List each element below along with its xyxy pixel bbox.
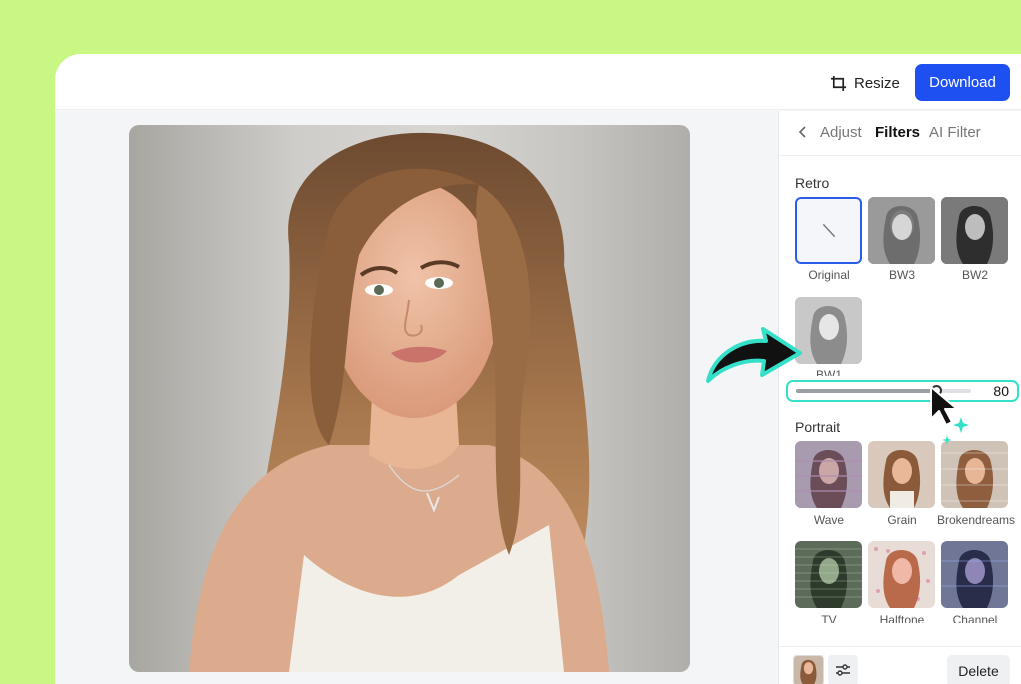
no-filter-icon (822, 223, 836, 238)
filter-bw3[interactable] (868, 197, 935, 264)
filter-label-grain: Grain (887, 513, 917, 527)
adjust-settings-button[interactable] (828, 655, 858, 684)
crop-icon (830, 75, 847, 91)
panel-tabs: Adjust Filters AI Filter (779, 111, 1021, 156)
portrait-photo[interactable] (129, 125, 690, 672)
section-title-retro: Retro (795, 175, 830, 191)
resize-button[interactable]: Resize (830, 70, 900, 96)
filter-label-wave: Wave (813, 513, 845, 527)
tab-filters[interactable]: Filters (875, 124, 920, 141)
editor-window: Resize Download Adjust Filters AI Filter… (55, 54, 1021, 684)
tab-ai-filter[interactable]: AI Filter (929, 124, 981, 141)
filter-label-brokendreams: Brokendreams (936, 513, 1016, 527)
filter-halftone[interactable] (868, 541, 935, 608)
filter-label-tv: TV (821, 613, 837, 623)
resize-label: Resize (854, 74, 900, 92)
layer-thumbnail[interactable] (793, 655, 824, 684)
image-canvas (55, 111, 778, 684)
filter-label-channel: Channel (952, 613, 998, 623)
delete-button[interactable]: Delete (947, 655, 1010, 684)
pointer-cursor-icon (930, 386, 969, 445)
slider-fill (796, 389, 936, 393)
download-button[interactable]: Download (915, 64, 1010, 101)
filter-original[interactable] (795, 197, 862, 264)
filter-wave[interactable] (795, 441, 862, 508)
filter-channel[interactable] (941, 541, 1008, 608)
filter-label-bw3: BW3 (888, 268, 915, 282)
curved-arrow-icon (706, 327, 802, 383)
filter-label-halftone: Halftone (879, 613, 925, 623)
top-toolbar: Resize Download (55, 54, 1021, 110)
filter-label-original: Original (808, 268, 850, 282)
filter-grain[interactable] (868, 441, 935, 508)
panel-bottom-bar: Delete (779, 646, 1021, 684)
filter-tv[interactable] (795, 541, 862, 608)
filter-label-bw2: BW2 (961, 268, 988, 282)
sliders-icon (836, 664, 850, 676)
slider-value: 80 (993, 383, 1009, 399)
tab-adjust[interactable]: Adjust (820, 124, 862, 141)
section-title-portrait: Portrait (795, 419, 841, 435)
chevron-left-icon[interactable] (797, 125, 809, 139)
filter-bw2[interactable] (941, 197, 1008, 264)
